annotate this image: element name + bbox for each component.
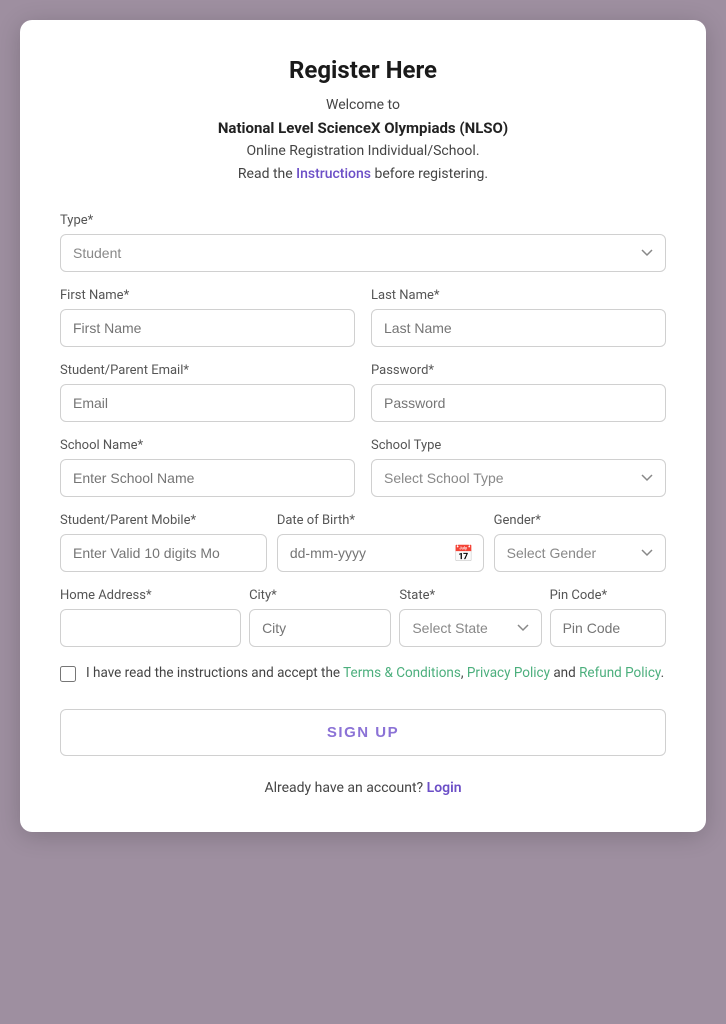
password-input[interactable] [371,384,666,422]
school-row: School Name* School Type Select School T… [60,438,666,497]
last-name-input[interactable] [371,309,666,347]
school-name-label: School Name* [60,438,355,453]
privacy-link[interactable]: Privacy Policy [467,665,550,681]
pin-label: Pin Code* [550,588,666,603]
checkbox-text-1: I have read the instructions and accept … [86,665,343,681]
state-select[interactable]: Select State Andhra Pradesh Delhi Gujara… [399,609,541,647]
checkbox-text-4: . [661,665,665,681]
address-row: Home Address* City* State* Select State … [60,588,666,647]
mobile-label: Student/Parent Mobile* [60,513,267,528]
instruction-suffix: before registering. [371,166,488,182]
checkbox-text-3: and [550,665,579,681]
dob-col: Date of Birth* 📅 [277,513,484,572]
first-name-col: First Name* [60,288,355,347]
city-label: City* [249,588,391,603]
school-name-input[interactable] [60,459,355,497]
last-name-label: Last Name* [371,288,666,303]
org-name: National Level ScienceX Olympiads (NLSO) [60,116,666,140]
email-password-row: Student/Parent Email* Password* [60,363,666,422]
city-col: City* [249,588,391,647]
type-select[interactable]: Student Individual School [60,234,666,272]
password-col: Password* [371,363,666,422]
email-label: Student/Parent Email* [60,363,355,378]
mobile-input[interactable] [60,534,267,572]
school-type-col: School Type Select School Type Governmen… [371,438,666,497]
state-label: State* [399,588,541,603]
last-name-col: Last Name* [371,288,666,347]
subtitle-text: Online Registration Individual/School. [60,140,666,162]
signup-button[interactable]: SIGN UP [60,709,666,756]
address-input[interactable] [60,609,241,647]
state-col: State* Select State Andhra Pradesh Delhi… [399,588,541,647]
city-input[interactable] [249,609,391,647]
first-name-label: First Name* [60,288,355,303]
gender-col: Gender* Select Gender Male Female Other [494,513,666,572]
address-label: Home Address* [60,588,241,603]
dob-wrapper: 📅 [277,534,484,572]
gender-label: Gender* [494,513,666,528]
register-card: Register Here Welcome to National Level … [20,20,706,832]
mobile-dob-gender-row: Student/Parent Mobile* Date of Birth* 📅 … [60,513,666,572]
dob-label: Date of Birth* [277,513,484,528]
refund-link[interactable]: Refund Policy [579,665,660,681]
terms-checkbox[interactable] [60,666,76,682]
email-input[interactable] [60,384,355,422]
first-name-input[interactable] [60,309,355,347]
terms-link[interactable]: Terms & Conditions [343,665,461,681]
address-col: Home Address* [60,588,241,647]
type-label: Type* [60,213,666,228]
name-row: First Name* Last Name* [60,288,666,347]
page-title: Register Here [60,56,666,84]
pin-input[interactable] [550,609,666,647]
login-row: Already have an account? Login [60,780,666,796]
gender-select[interactable]: Select Gender Male Female Other [494,534,666,572]
welcome-text: Welcome to [60,94,666,116]
school-type-select[interactable]: Select School Type Government Private In… [371,459,666,497]
terms-text: I have read the instructions and accept … [86,663,664,685]
school-name-col: School Name* [60,438,355,497]
pin-col: Pin Code* [550,588,666,647]
instructions-link[interactable]: Instructions [296,166,371,182]
instruction-prefix: Read the [238,166,296,182]
instruction-line: Read the Instructions before registering… [60,163,666,185]
school-type-label: School Type [371,438,666,453]
type-group: Type* Student Individual School [60,213,666,272]
email-col: Student/Parent Email* [60,363,355,422]
login-link[interactable]: Login [427,780,462,796]
page-header: Register Here Welcome to National Level … [60,56,666,185]
terms-checkbox-row: I have read the instructions and accept … [60,663,666,685]
mobile-col: Student/Parent Mobile* [60,513,267,572]
password-label: Password* [371,363,666,378]
already-account-text: Already have an account? [264,780,423,796]
dob-input[interactable] [277,534,484,572]
